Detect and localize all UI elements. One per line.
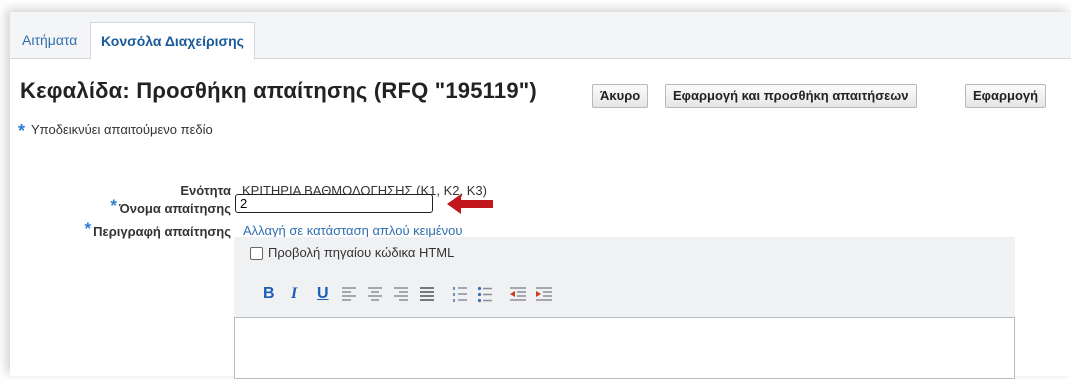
view-source-label: Προβολή πηγαίου κώδικα HTML bbox=[268, 245, 455, 260]
page-title: Κεφαλίδα: Προσθήκη απαίτησης (RFQ "19511… bbox=[20, 78, 537, 103]
align-left-icon[interactable] bbox=[341, 284, 357, 304]
indent-icon[interactable] bbox=[535, 284, 553, 304]
requirement-name-input[interactable] bbox=[235, 194, 433, 213]
required-field-note: * Υποδεικνύει απαιτούμενο πεδίο bbox=[18, 118, 213, 141]
plain-text-mode-link[interactable]: Αλλαγή σε κατάσταση απλού κειμένου bbox=[243, 223, 463, 238]
apply-button[interactable]: Εφαρμογή bbox=[965, 84, 1047, 108]
apply-and-add-button[interactable]: Εφαρμογή και προσθήκη απαιτήσεων bbox=[665, 84, 917, 108]
underline-icon[interactable]: U bbox=[317, 284, 329, 304]
required-star: * bbox=[18, 121, 26, 141]
bulleted-list-icon[interactable] bbox=[477, 284, 493, 304]
required-star: * bbox=[110, 196, 118, 215]
requirement-description-label: * Περιγραφή απαίτησης bbox=[40, 219, 231, 241]
requirement-name-label-text: Όνομα απαίτησης bbox=[119, 201, 231, 216]
tab-admin-console[interactable]: Κονσόλα Διαχείρισης bbox=[90, 22, 255, 60]
align-justify-icon[interactable] bbox=[419, 284, 435, 304]
view-source-checkbox[interactable] bbox=[250, 247, 263, 260]
required-note-text: Υποδεικνύει απαιτούμενο πεδίο bbox=[31, 122, 213, 137]
section-label: Ενότητα bbox=[180, 183, 231, 198]
tab-bar: Αιτήματα Κονσόλα Διαχείρισης bbox=[10, 12, 1071, 60]
align-center-icon[interactable] bbox=[367, 284, 383, 304]
italic-icon[interactable]: I bbox=[291, 284, 297, 304]
requirement-description-label-text: Περιγραφή απαίτησης bbox=[93, 224, 231, 239]
tab-requests[interactable]: Αιτήματα bbox=[12, 22, 87, 58]
editor-toolbar-area: Προβολή πηγαίου κώδικα HTML B I U bbox=[234, 237, 1015, 317]
align-right-icon[interactable] bbox=[393, 284, 409, 304]
bold-icon[interactable]: B bbox=[263, 284, 275, 304]
numbered-list-icon[interactable] bbox=[452, 284, 468, 304]
outdent-icon[interactable] bbox=[509, 284, 527, 304]
red-arrow-icon bbox=[447, 194, 493, 214]
requirement-name-label: * Όνομα απαίτησης bbox=[60, 196, 231, 218]
description-editor-area[interactable] bbox=[234, 317, 1015, 379]
cancel-button[interactable]: Άκυρο bbox=[592, 84, 649, 108]
required-star: * bbox=[84, 219, 92, 238]
